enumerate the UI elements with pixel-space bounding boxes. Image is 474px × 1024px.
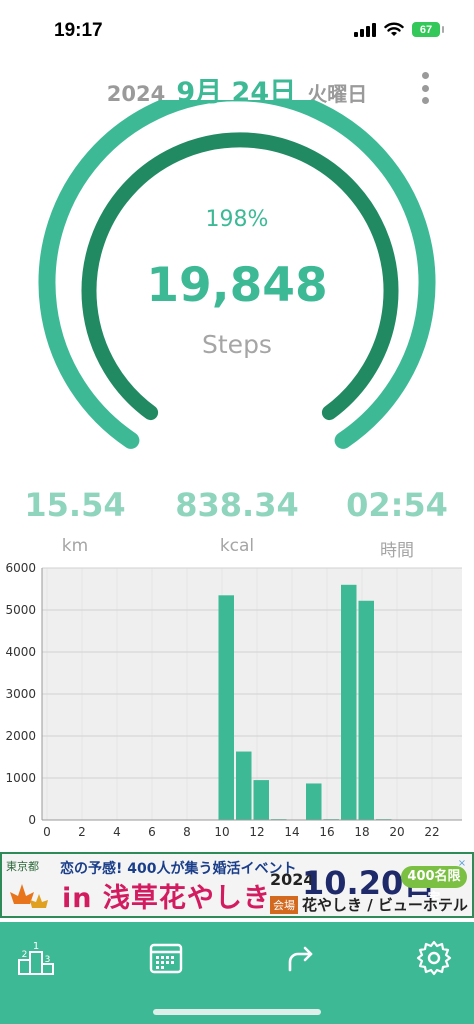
x-tick-label: 20 (389, 825, 404, 839)
stat-time-label: 時間 (380, 541, 414, 561)
status-bar: 19:17 67 (0, 0, 474, 56)
ad-title: in 浅草花やしき (62, 883, 271, 914)
ad-banner[interactable]: 東京都 恋の予感! 400人が集う婚活イベント in 浅草花やしき 2024 1… (0, 852, 474, 918)
x-tick-label: 6 (148, 825, 156, 839)
settings-gear-icon[interactable] (412, 936, 456, 980)
stat-calories: 838.34 kcal (162, 486, 312, 556)
y-tick-label: 5000 (5, 603, 36, 617)
x-tick-label: 0 (43, 825, 51, 839)
stat-distance: 15.54 km (0, 486, 150, 556)
stat-distance-value: 15.54 (24, 486, 126, 524)
ad-venue: 花やしき / ビューホテル (302, 896, 468, 914)
x-tick-label: 14 (284, 825, 299, 839)
x-tick-label: 18 (354, 825, 369, 839)
x-tick-label: 10 (214, 825, 229, 839)
x-tick-label: 2 (78, 825, 86, 839)
bar-hour-18[interactable] (358, 600, 375, 820)
goal-percent: 198% (205, 207, 269, 232)
chart-svg: 0 1000 2000 3000 4000 5000 6000 0 2 4 6 8 10 12 14 16 18… (5, 561, 462, 839)
ad-venue-tag: 会場 (270, 896, 298, 914)
steps-label: Steps (202, 330, 272, 359)
stat-calories-value: 838.34 (175, 486, 299, 524)
x-tick-label: 4 (113, 825, 121, 839)
y-tick-label: 1000 (5, 771, 36, 785)
steps-count: 19,848 (146, 258, 328, 313)
y-tick-label: 4000 (5, 645, 36, 659)
x-tick-label: 8 (183, 825, 191, 839)
home-indicator[interactable] (153, 1009, 321, 1015)
bar-hour-11[interactable] (236, 751, 252, 820)
svg-text:1: 1 (33, 941, 39, 952)
status-time: 19:17 (54, 20, 103, 41)
hourly-steps-chart: 0 1000 2000 3000 4000 5000 6000 0 2 4 6 8 10 12 14 16 18… (0, 560, 474, 850)
cellular-signal-icon (354, 22, 376, 37)
svg-text:2: 2 (22, 950, 28, 960)
x-tick-label: 12 (249, 825, 264, 839)
share-icon[interactable] (278, 936, 322, 980)
ad-headline: 恋の予感! 400人が集う婚活イベント (60, 861, 297, 877)
wifi-icon (384, 22, 404, 36)
bar-hour-10[interactable] (218, 595, 235, 820)
bar-hour-17[interactable] (341, 584, 357, 820)
ad-tag: 東京都 (6, 860, 39, 873)
bar-hour-15[interactable] (306, 783, 322, 820)
stats-row: 15.54 km 838.34 kcal 02:54 時間 (0, 486, 474, 561)
status-icons: 67 (354, 22, 444, 37)
svg-text:3: 3 (45, 955, 51, 965)
stat-time-value: 02:54 (346, 486, 448, 524)
y-tick-label: 0 (28, 813, 36, 827)
stat-time: 02:54 時間 (322, 486, 472, 561)
bar-hour-12[interactable] (253, 780, 270, 820)
y-tick-label: 6000 (5, 561, 36, 575)
battery-icon: 67 (412, 22, 444, 37)
stat-distance-label: km (61, 536, 89, 556)
x-tick-label: 16 (319, 825, 334, 839)
ranking-icon[interactable]: 1 2 3 (14, 936, 58, 980)
calendar-icon[interactable] (144, 936, 188, 980)
ad-close-icon[interactable]: × (454, 856, 470, 872)
y-tick-label: 3000 (5, 687, 36, 701)
stat-calories-label: kcal (219, 536, 255, 556)
maple-leaf-icon (10, 884, 48, 908)
y-tick-label: 2000 (5, 729, 36, 743)
x-tick-label: 22 (424, 825, 439, 839)
